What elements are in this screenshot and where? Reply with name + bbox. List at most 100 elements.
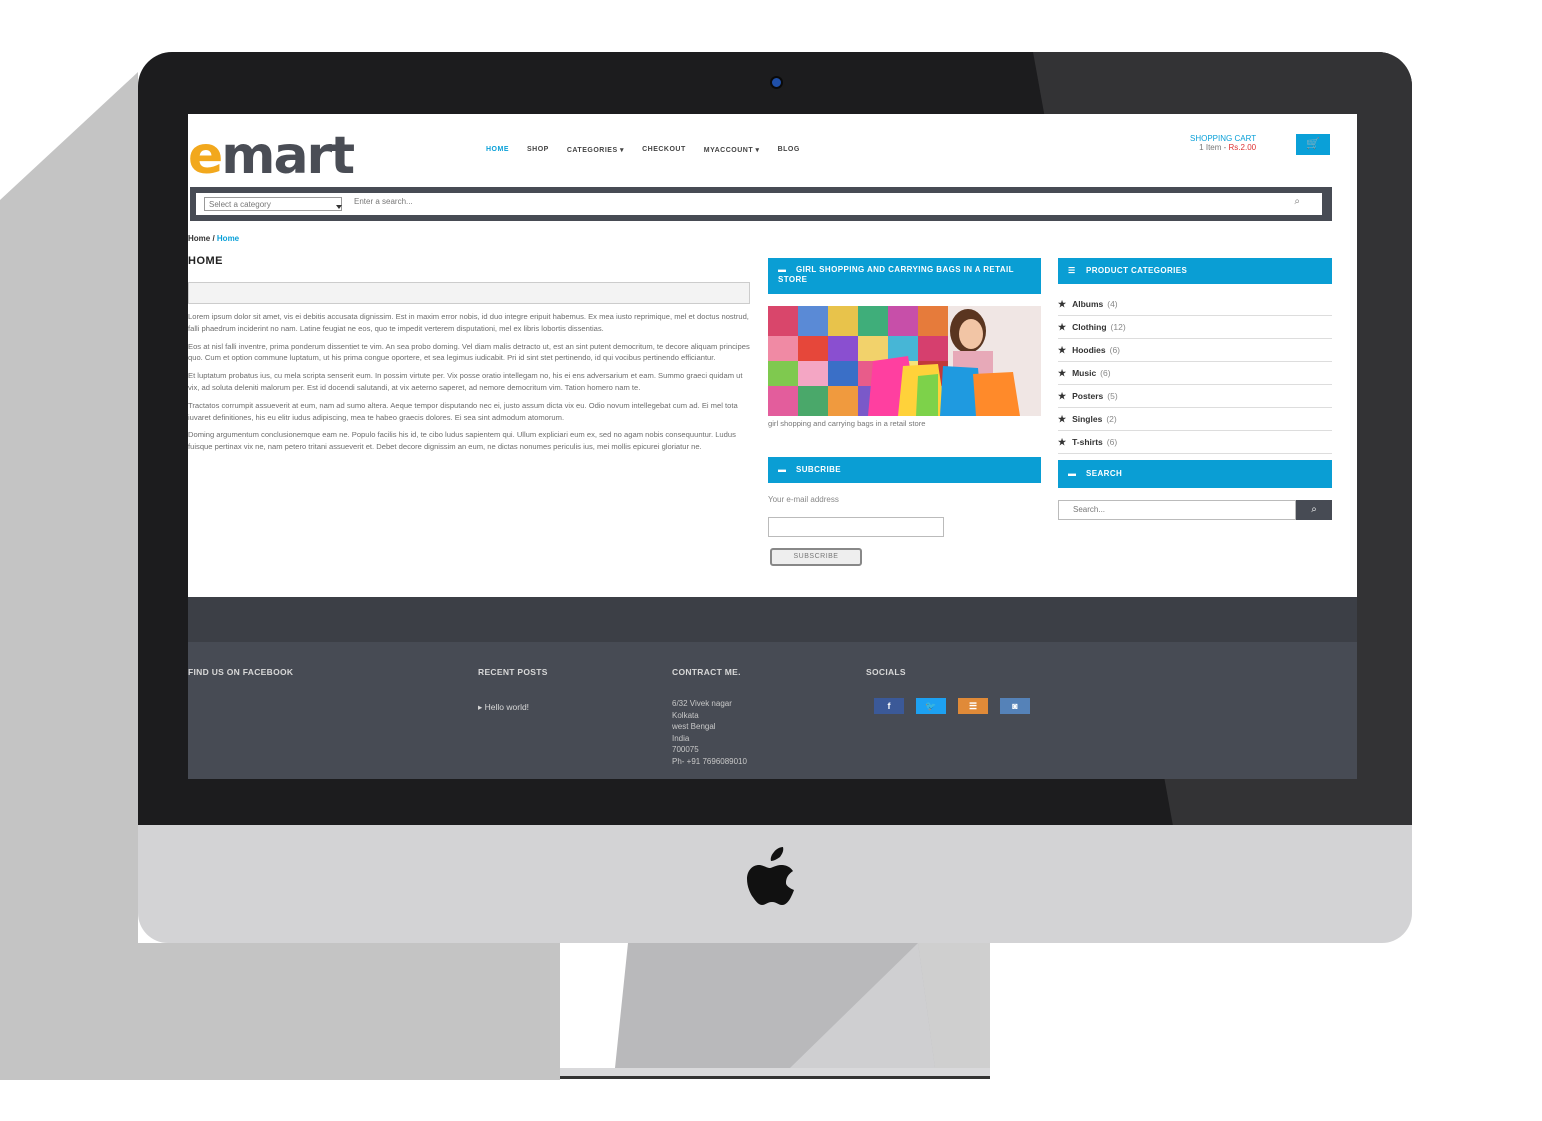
list-item[interactable]: ★ Posters (5) xyxy=(1058,386,1332,408)
category-count: (4) xyxy=(1107,299,1118,309)
category-count: (12) xyxy=(1110,322,1126,332)
cart-price: Rs.2.00 xyxy=(1228,143,1257,152)
star-icon: ★ xyxy=(1058,391,1067,401)
image-widget-title: ▬ GIRL SHOPPING AND CARRYING BAGS IN A RE… xyxy=(768,258,1041,294)
nav-blog[interactable]: BLOG xyxy=(778,146,800,154)
categories-title-text: PRODUCT CATEGORIES xyxy=(1086,266,1188,275)
shopping-girl-image xyxy=(768,306,1041,416)
nav-shop[interactable]: SHOP xyxy=(527,146,549,154)
category-count: (6) xyxy=(1100,368,1111,378)
address-line: Ph- +91 7696089010 xyxy=(672,756,747,766)
cart-title: SHOPPING CART xyxy=(1190,134,1257,143)
content-paragraph: Eos at nisl falli inventre, prima ponder… xyxy=(188,341,750,363)
content-paragraph: Et luptatum probatus ius, cu mela script… xyxy=(188,371,743,392)
apple-logo-icon xyxy=(747,847,794,905)
category-count: (6) xyxy=(1109,345,1120,355)
logo-text: mart xyxy=(221,126,355,186)
image-caption: girl shopping and carrying bags in a ret… xyxy=(768,419,926,428)
recent-post-title: Hello world! xyxy=(484,702,530,712)
search-bar: Select a category Enter a search... ⌕ xyxy=(190,187,1332,221)
address-line: 6/32 Vivek nagar xyxy=(672,699,732,708)
social-links: f 🐦 ☰ ◙ xyxy=(874,698,1030,714)
address-line: Kolkata xyxy=(672,710,699,720)
category-count: (5) xyxy=(1107,391,1118,401)
cart-items: 1 Item - xyxy=(1199,143,1229,152)
content-banner-box xyxy=(188,282,750,304)
breadcrumb-home[interactable]: Home xyxy=(188,234,210,243)
cart-detail: 1 Item - Rs.2.00 xyxy=(1190,143,1256,152)
content-paragraph: Doming argumentum conclusionemque eam ne… xyxy=(188,430,736,452)
category-name: Singles xyxy=(1072,414,1103,424)
chevron-down-icon xyxy=(336,205,342,209)
emart-logo[interactable]: emart xyxy=(188,126,355,186)
monitor-stand xyxy=(560,943,990,1079)
website-screen: emart HOME SHOP CATEGORIES ▾ CHECKOUT MY… xyxy=(188,114,1357,779)
category-list: ★ Albums (4) ★ Clothing (12) ★ Hoodies (6) ★ Mu… xyxy=(1058,294,1332,455)
search-widget-title-text: SEARCH xyxy=(1086,469,1123,478)
recent-post-link[interactable]: ▸ Hello world! xyxy=(478,702,529,713)
address-line: India xyxy=(672,733,690,743)
list-item[interactable]: ★ Music (6) xyxy=(1058,363,1332,385)
instagram-icon[interactable]: ◙ xyxy=(1000,698,1030,714)
categories-widget-title: ☰ PRODUCT CATEGORIES xyxy=(1058,258,1332,284)
footer-heading-socials: SOCIALS xyxy=(866,667,906,677)
footer-top-band xyxy=(188,597,1357,642)
image-widget-title-text: GIRL SHOPPING AND CARRYING BAGS IN A RET… xyxy=(778,265,1014,284)
breadcrumb-current: Home xyxy=(216,234,240,243)
star-icon: ★ xyxy=(1058,414,1067,424)
search-input[interactable]: Enter a search... xyxy=(354,197,413,206)
list-item[interactable]: ★ Albums (4) xyxy=(1058,294,1332,316)
footer-heading-facebook: FIND US ON FACEBOOK xyxy=(188,667,294,677)
rss-icon[interactable]: ☰ xyxy=(958,698,988,714)
subscribe-widget-title: ▬ SUBCRIBE xyxy=(768,457,1041,483)
category-count: (2) xyxy=(1106,414,1117,424)
star-icon: ★ xyxy=(1058,368,1067,378)
breadcrumb: Home / Home xyxy=(188,234,240,243)
content-paragraph: Lorem ipsum dolor sit amet, vis ei debit… xyxy=(188,312,749,333)
category-name: T-shirts xyxy=(1072,437,1103,447)
logo-e: e xyxy=(188,126,223,186)
star-icon: ★ xyxy=(1058,299,1067,309)
subscribe-button[interactable]: SUBSCRIBE xyxy=(770,548,862,566)
category-select[interactable]: Select a category xyxy=(204,197,342,211)
footer-heading-contact: CONTRACT ME. xyxy=(672,667,741,677)
nav-home[interactable]: HOME xyxy=(486,146,509,154)
envelope-icon: ▬ xyxy=(778,465,787,474)
nav-categories[interactable]: CATEGORIES ▾ xyxy=(567,146,624,154)
list-item[interactable]: ★ Clothing (12) xyxy=(1058,317,1332,339)
footer: FIND US ON FACEBOOK RECENT POSTS ▸ Hello… xyxy=(188,642,1357,779)
camera-icon: ▬ xyxy=(1068,469,1077,478)
webcam-icon xyxy=(770,76,783,89)
address-line: west Bengal xyxy=(672,722,716,732)
menu-icon: ☰ xyxy=(1068,266,1076,275)
list-item[interactable]: ★ T-shirts (6) xyxy=(1058,432,1332,454)
contact-address: 6/32 Vivek nagar Kolkata west Bengal Ind… xyxy=(672,698,747,768)
nav-myaccount[interactable]: MYACCOUNT ▾ xyxy=(704,146,760,154)
cart-icon[interactable]: 🛒 xyxy=(1296,134,1330,155)
facebook-icon[interactable]: f xyxy=(874,698,904,714)
search-bar-inner: Select a category Enter a search... ⌕ xyxy=(196,193,1322,215)
star-icon: ★ xyxy=(1058,437,1067,447)
shopping-cart-summary[interactable]: SHOPPING CART 1 Item - Rs.2.00 xyxy=(1190,134,1256,152)
page-content: Lorem ipsum dolor sit amet, vis ei debit… xyxy=(188,311,750,459)
list-item[interactable]: ★ Singles (2) xyxy=(1058,409,1332,431)
email-field[interactable] xyxy=(768,517,944,537)
address-line: 700075 xyxy=(672,745,699,755)
search-icon[interactable]: ⌕ xyxy=(1296,500,1332,520)
content-paragraph: Tractatos corrumpit assueverit at eum, n… xyxy=(188,400,738,422)
twitter-icon[interactable]: 🐦 xyxy=(916,698,946,714)
category-name: Albums xyxy=(1072,299,1104,309)
page-title: HOME xyxy=(188,255,223,267)
search-widget-title: ▬ SEARCH xyxy=(1058,460,1332,488)
category-name: Clothing xyxy=(1072,322,1107,332)
main-nav: HOME SHOP CATEGORIES ▾ CHECKOUT MYACCOUN… xyxy=(486,146,800,154)
list-item[interactable]: ★ Hoodies (6) xyxy=(1058,340,1332,362)
category-name: Hoodies xyxy=(1072,345,1106,355)
category-name: Posters xyxy=(1072,391,1104,401)
search-icon[interactable]: ⌕ xyxy=(1294,196,1300,207)
footer-heading-posts: RECENT POSTS xyxy=(478,667,548,677)
sidebar-search-input[interactable]: Search... xyxy=(1058,500,1296,520)
category-name: Music xyxy=(1072,368,1097,378)
nav-checkout[interactable]: CHECKOUT xyxy=(642,146,686,154)
camera-icon: ▬ xyxy=(778,265,787,274)
